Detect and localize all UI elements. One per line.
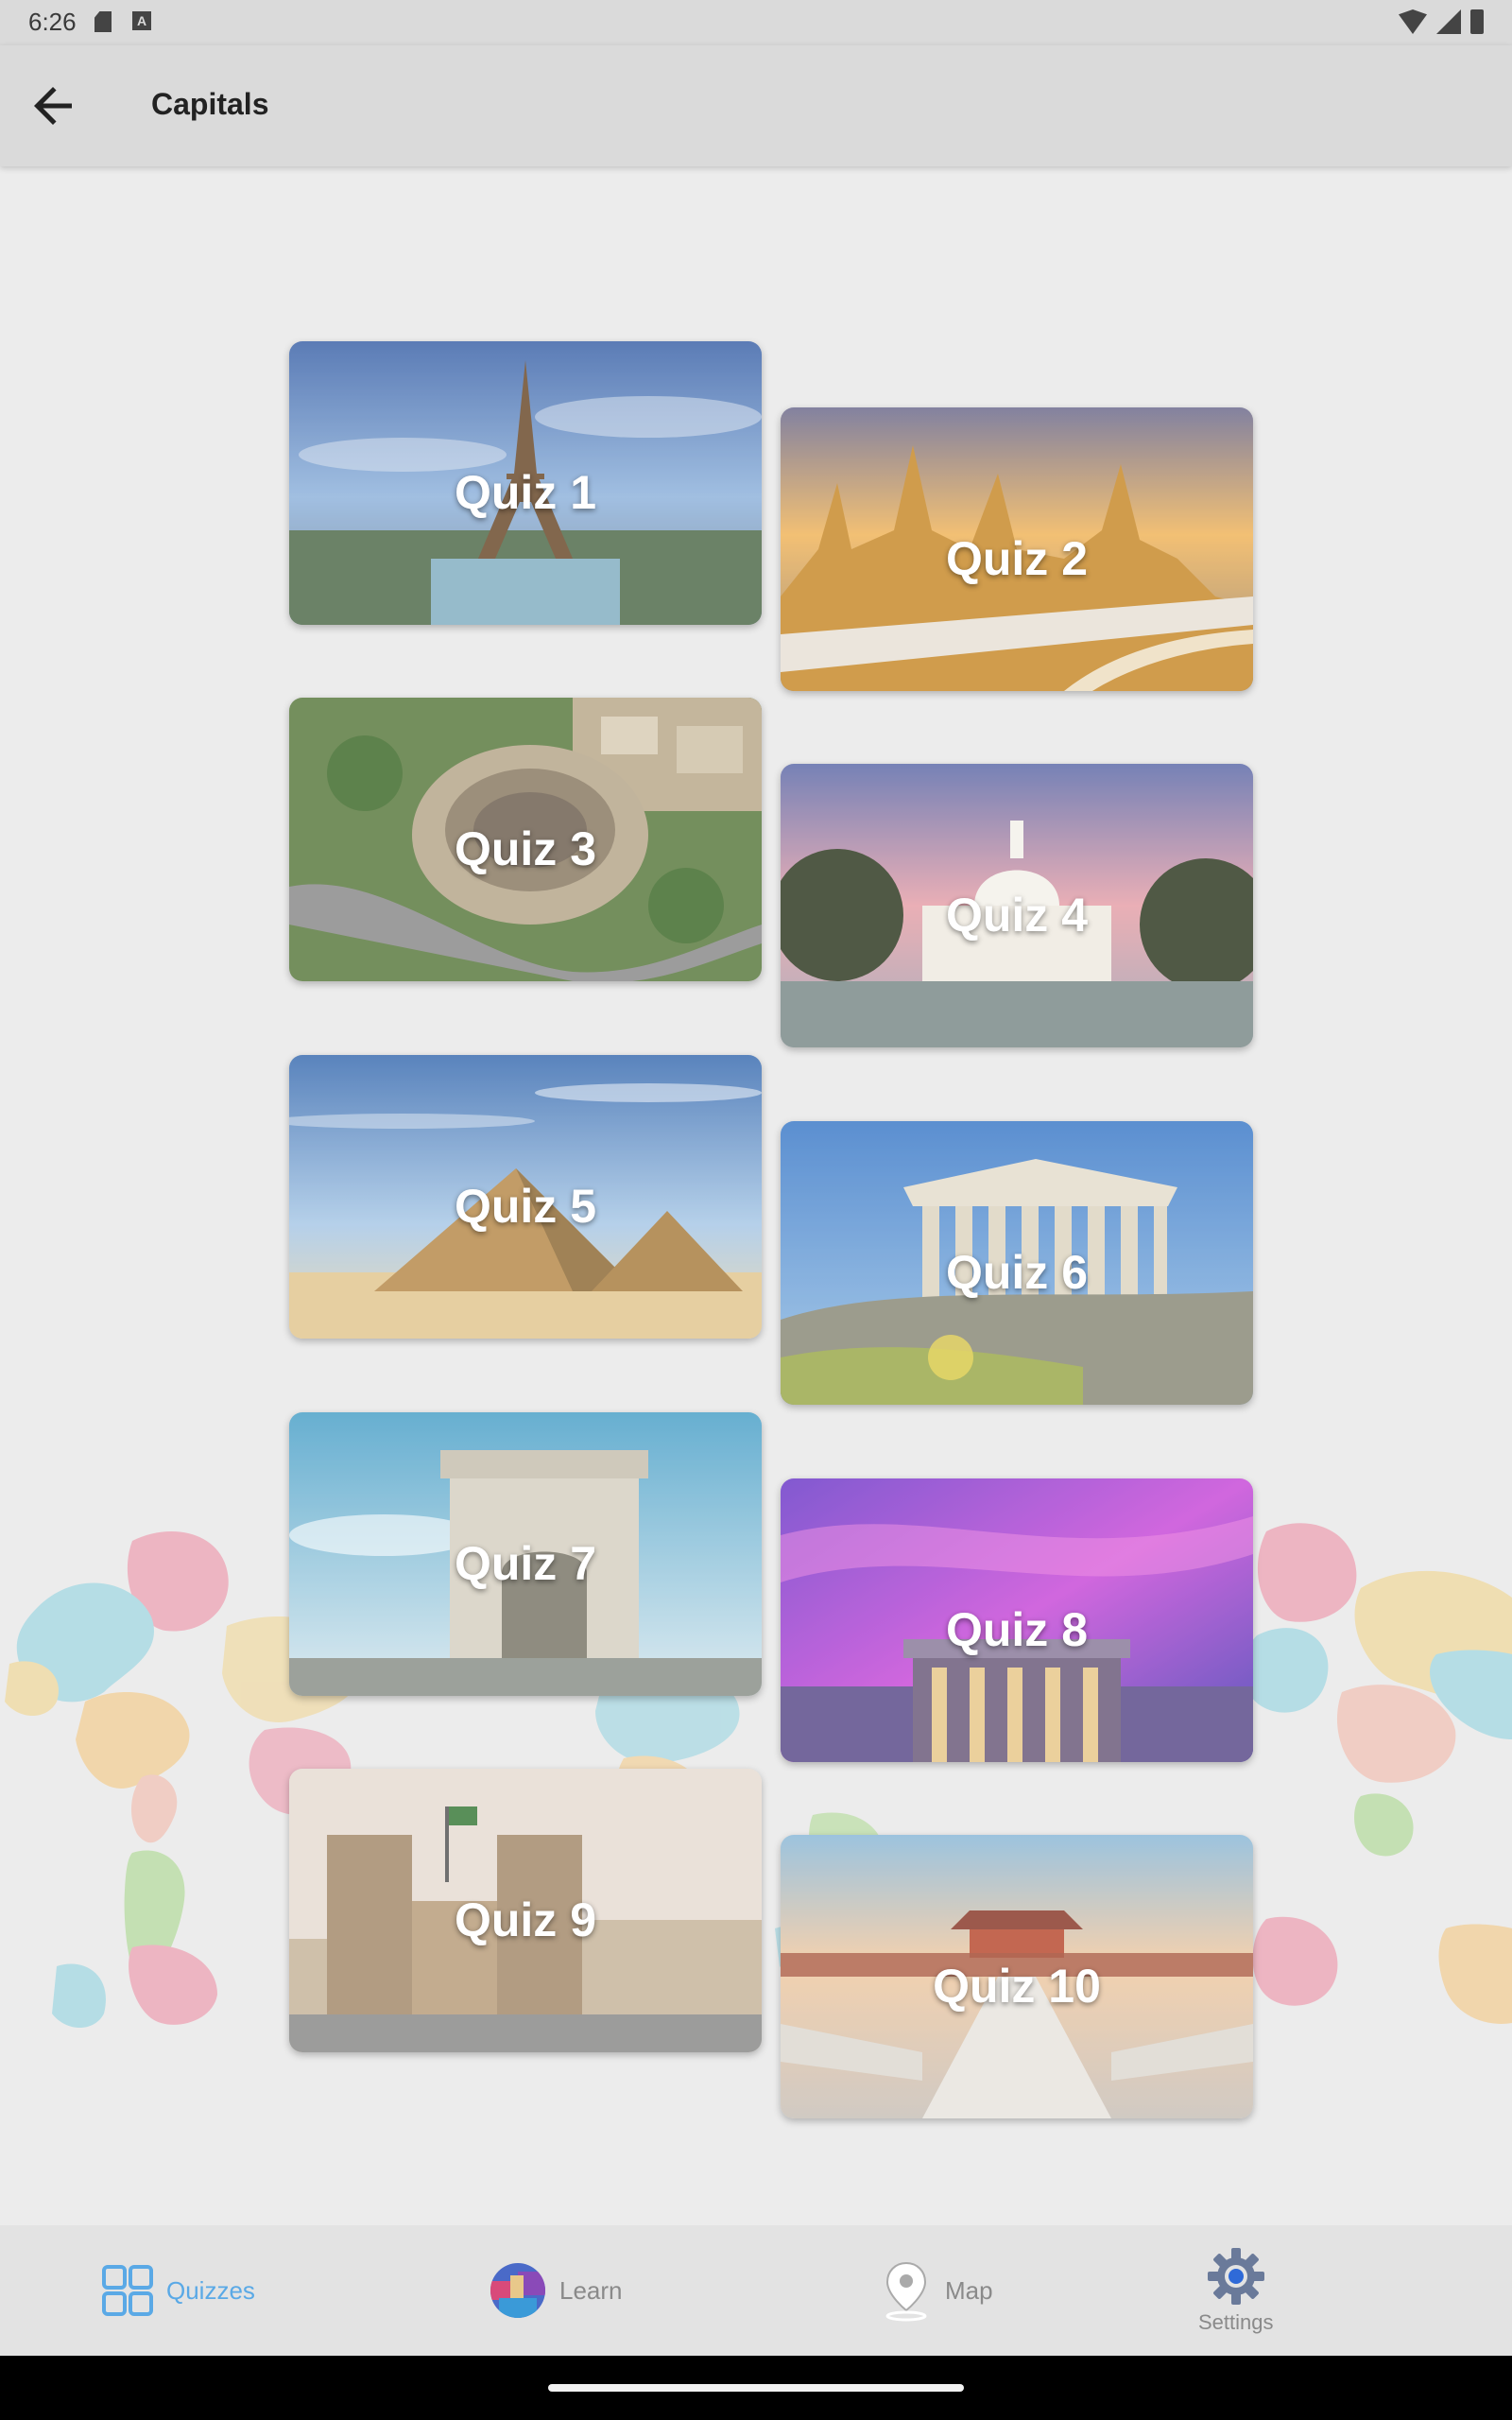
bottom-navigation: Quizzes Learn Map Settings	[0, 2225, 1512, 2356]
status-time: 6:26	[28, 8, 77, 36]
quiz-card-9[interactable]: Quiz 9	[289, 1769, 762, 2052]
quiz-card-10[interactable]: Quiz 10	[781, 1835, 1253, 2118]
quiz-card-1[interactable]: Quiz 1	[289, 341, 762, 625]
world-map-right	[1243, 1523, 1512, 2024]
status-bar: 6:26 A	[0, 0, 1512, 45]
quiz-card-label: Quiz 5	[454, 1180, 597, 1233]
quiz-card-3[interactable]: Quiz 3	[289, 698, 762, 981]
quiz-card-label: Quiz 10	[933, 1960, 1101, 2013]
quiz-card-label: Quiz 2	[945, 532, 1089, 585]
quiz-card-label: Quiz 1	[454, 466, 597, 519]
nav-label-learn: Learn	[559, 2275, 623, 2305]
back-button[interactable]	[25, 78, 81, 134]
quiz-card-label: Quiz 6	[945, 1246, 1089, 1299]
gesture-navigation-bar	[0, 2356, 1512, 2420]
arrow-back-icon	[34, 87, 72, 125]
nav-item-learn[interactable]: Learn	[490, 2225, 623, 2356]
gear-icon	[1207, 2248, 1264, 2305]
nav-item-settings[interactable]: Settings	[1198, 2225, 1274, 2356]
map-pin-icon	[885, 2261, 927, 2322]
quiz-card-7[interactable]: Quiz 7	[289, 1412, 762, 1696]
quiz-card-label: Quiz 8	[945, 1603, 1089, 1656]
nav-label-map: Map	[945, 2275, 993, 2305]
status-system-icons	[1399, 9, 1484, 34]
world-map-left	[5, 1531, 229, 2028]
quiz-card-4[interactable]: Quiz 4	[781, 764, 1253, 1047]
wifi-icon	[1399, 9, 1427, 34]
battery-icon	[1470, 9, 1484, 34]
nav-item-map[interactable]: Map	[881, 2225, 993, 2356]
status-notification-icons: A	[94, 11, 151, 32]
nav-label-settings: Settings	[1198, 2310, 1274, 2334]
quiz-card-8[interactable]: Quiz 8	[781, 1478, 1253, 1762]
grid-icon	[102, 2265, 153, 2316]
nav-label-quizzes: Quizzes	[166, 2275, 255, 2305]
signal-icon	[1436, 9, 1461, 34]
quiz-card-label: Quiz 3	[454, 822, 597, 875]
page-title: Capitals	[151, 87, 269, 121]
a-letter-icon: A	[132, 11, 151, 30]
quiz-card-label: Quiz 7	[454, 1537, 597, 1590]
quiz-card-2[interactable]: Quiz 2	[781, 407, 1253, 691]
nav-item-quizzes[interactable]: Quizzes	[102, 2225, 255, 2356]
home-indicator[interactable]	[548, 2384, 964, 2392]
quiz-card-label: Quiz 4	[945, 889, 1089, 942]
quiz-card-5[interactable]: Quiz 5	[289, 1055, 762, 1339]
app-bar: Capitals	[0, 45, 1512, 166]
quiz-card-label: Quiz 9	[454, 1893, 597, 1946]
globe-photo-icon	[490, 2263, 545, 2318]
sd-card-icon	[94, 11, 112, 32]
quiz-card-6[interactable]: Quiz 6	[781, 1121, 1253, 1405]
